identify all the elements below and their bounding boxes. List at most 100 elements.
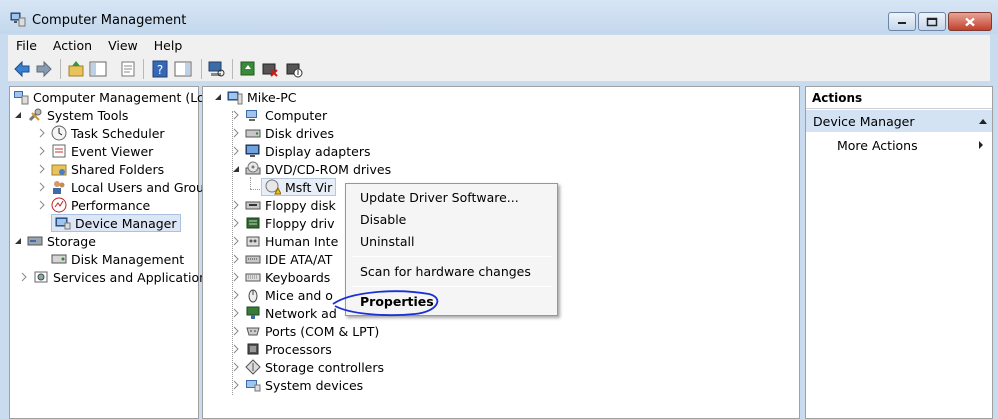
actions-section-device-manager[interactable]: Device Manager [806, 110, 992, 132]
tree-label: Computer Management (Local [33, 89, 223, 105]
device-category-mice[interactable]: Mice and o [231, 286, 333, 304]
collapsed-arrow-icon[interactable] [231, 344, 241, 354]
show-hide-action-pane-icon[interactable] [173, 59, 193, 79]
collapsed-arrow-icon[interactable] [231, 146, 241, 156]
device-category-floppy-controllers[interactable]: Floppy driv [231, 214, 335, 232]
tree-item-local-users-groups[interactable]: Local Users and Groups [37, 178, 218, 196]
collapsed-arrow-icon[interactable] [19, 272, 29, 282]
console-tree-pane[interactable]: Computer Management (Local System Tools … [9, 86, 223, 419]
device-category-computer[interactable]: Computer [231, 106, 327, 124]
computer-icon [246, 110, 257, 121]
device-category-keyboards[interactable]: Keyboards [231, 268, 330, 286]
storage-icon [27, 236, 43, 246]
expanded-arrow-icon[interactable] [13, 236, 23, 246]
device-category-ide[interactable]: IDE ATA/AT [231, 250, 332, 268]
tree-item-storage[interactable]: Storage [13, 232, 96, 250]
title-bar: Computer Management [0, 0, 998, 34]
forward-arrow-icon[interactable] [34, 59, 54, 79]
menu-view[interactable]: View [100, 38, 146, 53]
tree-item-disk-management[interactable]: Disk Management [51, 250, 184, 268]
submenu-arrow-icon[interactable] [978, 140, 984, 150]
users-icon [53, 181, 65, 194]
device-category-network[interactable]: Network ad [231, 304, 337, 322]
disable-device-icon[interactable] [284, 59, 304, 79]
collapsed-arrow-icon[interactable] [231, 218, 241, 228]
up-folder-icon[interactable] [66, 59, 86, 79]
device-category-storage-controllers[interactable]: Storage controllers [231, 358, 384, 376]
collapsed-arrow-icon[interactable] [37, 164, 47, 174]
tree-item-selection[interactable]: Device Manager [51, 214, 181, 232]
help-icon[interactable]: ? [150, 59, 170, 79]
collapsed-arrow-icon[interactable] [231, 380, 241, 390]
menu-file[interactable]: File [8, 38, 45, 53]
menu-action[interactable]: Action [45, 38, 100, 53]
minimize-button[interactable] [888, 12, 916, 31]
context-menu-disable[interactable]: Disable [360, 212, 406, 227]
tree-label: Disk Management [71, 251, 185, 267]
collapsed-arrow-icon[interactable] [231, 128, 241, 138]
device-category-disk-drives[interactable]: Disk drives [231, 124, 334, 142]
back-arrow-icon[interactable] [12, 59, 32, 79]
collapsed-arrow-icon[interactable] [231, 308, 241, 318]
collapsed-arrow-icon[interactable] [231, 254, 241, 264]
device-category-ports[interactable]: Ports (COM & LPT) [231, 322, 379, 340]
tree-label: System Tools [47, 107, 129, 123]
collapsed-arrow-icon[interactable] [37, 146, 47, 156]
device-category-processors[interactable]: Processors [231, 340, 332, 358]
collapse-up-icon[interactable] [978, 118, 988, 125]
collapsed-arrow-icon[interactable] [231, 236, 241, 246]
tree-label: Shared Folders [71, 161, 165, 177]
menu-help[interactable]: Help [146, 38, 191, 53]
collapsed-arrow-icon[interactable] [231, 326, 241, 336]
collapsed-arrow-icon[interactable] [231, 362, 241, 372]
device-category-display-adapters[interactable]: Display adapters [231, 142, 370, 160]
device-tree-label: Keyboards [265, 269, 331, 285]
properties-sheet-icon[interactable] [118, 59, 138, 79]
context-menu-uninstall[interactable]: Uninstall [360, 234, 415, 249]
tree-item-task-scheduler[interactable]: Task Scheduler [37, 124, 165, 142]
show-hide-tree-icon[interactable] [88, 59, 108, 79]
collapsed-arrow-icon[interactable] [37, 182, 47, 192]
processor-icon [247, 343, 259, 355]
disk-drive-icon [245, 129, 261, 138]
device-tree-label: Floppy driv [265, 215, 335, 231]
collapsed-arrow-icon[interactable] [231, 110, 241, 120]
collapsed-arrow-icon[interactable] [231, 200, 241, 210]
device-item-selection[interactable]: Msft Vir [261, 178, 337, 196]
expanded-arrow-icon[interactable] [213, 92, 223, 102]
collapsed-arrow-icon[interactable] [231, 272, 241, 282]
tree-item-root[interactable]: Computer Management (Local [13, 88, 223, 106]
actions-header: Actions [806, 87, 992, 109]
expanded-arrow-icon[interactable] [13, 110, 23, 120]
device-tree-label: Mice and o [265, 287, 333, 303]
ide-controller-icon [245, 255, 261, 264]
collapsed-arrow-icon[interactable] [231, 290, 241, 300]
more-actions-item[interactable]: More Actions [837, 138, 918, 153]
network-adapter-icon [246, 306, 260, 319]
maximize-button[interactable] [918, 12, 946, 31]
context-menu-update-driver[interactable]: Update Driver Software... [360, 190, 519, 205]
computer-management-icon [14, 91, 29, 105]
disk-icon [51, 254, 67, 264]
device-category-dvd-cdrom[interactable]: DVD/CD-ROM drives [231, 160, 391, 178]
tree-item-device-manager[interactable]: Device Manager [51, 214, 181, 232]
device-tree-root[interactable]: Mike-PC [213, 88, 297, 106]
tree-item-services-applications[interactable]: Services and Applications [19, 268, 214, 286]
device-category-floppy-disk[interactable]: Floppy disk [231, 196, 336, 214]
scan-hardware-icon[interactable] [206, 59, 226, 79]
device-category-human-interface[interactable]: Human Inte [231, 232, 338, 250]
tree-item-performance[interactable]: Performance [37, 196, 150, 214]
uninstall-device-icon[interactable] [260, 59, 280, 79]
keyboard-icon [245, 273, 261, 282]
update-driver-icon[interactable] [238, 59, 258, 79]
device-item-virtual-cdrom[interactable]: Msft Vir [261, 178, 337, 196]
collapsed-arrow-icon[interactable] [37, 128, 47, 138]
tree-item-shared-folders[interactable]: Shared Folders [37, 160, 164, 178]
context-menu-scan-hardware[interactable]: Scan for hardware changes [360, 264, 531, 279]
device-category-system-devices[interactable]: System devices [231, 376, 363, 394]
collapsed-arrow-icon[interactable] [37, 200, 47, 210]
tree-item-system-tools[interactable]: System Tools [13, 106, 128, 124]
tree-item-event-viewer[interactable]: Event Viewer [37, 142, 153, 160]
close-button[interactable] [948, 12, 992, 31]
expanded-arrow-icon[interactable] [231, 164, 241, 174]
